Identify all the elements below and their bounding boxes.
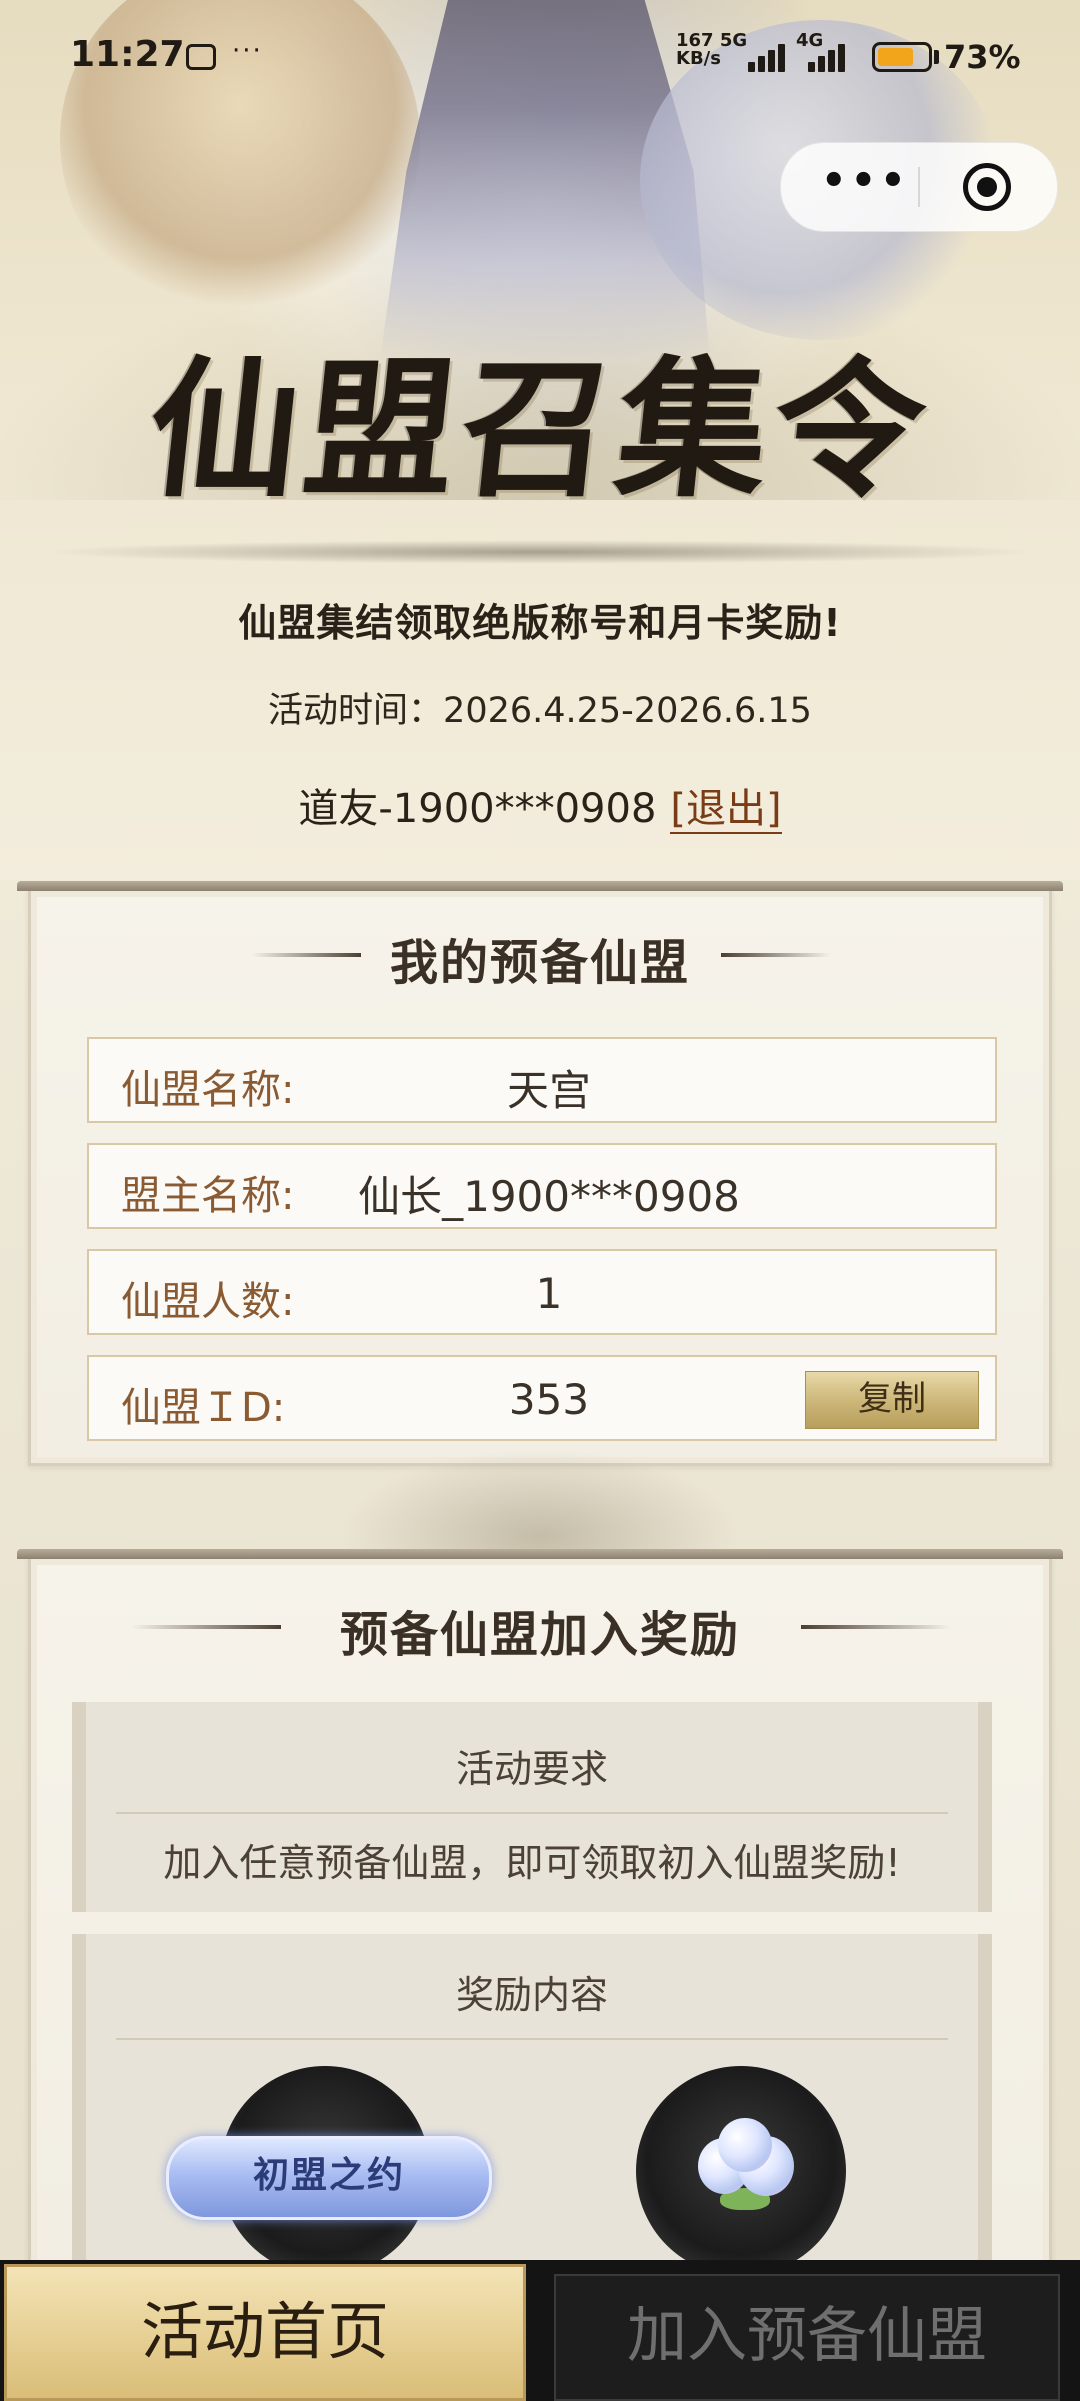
more-notifications-icon: ··· bbox=[232, 36, 263, 66]
member-count-row: 仙盟人数: 1 bbox=[87, 1249, 997, 1335]
status-bar: 11:27 ··· 167 5G KB/s 4G 73% bbox=[0, 0, 1080, 120]
requirement-box: 活动要求 加入任意预备仙盟，即可领取初入仙盟奖励! bbox=[72, 1702, 992, 1912]
leader-name-label: 盟主名称: bbox=[121, 1173, 295, 1219]
member-count-label: 仙盟人数: bbox=[121, 1279, 295, 1325]
user-name: 道友-1900***0908 bbox=[298, 786, 657, 832]
capsule-divider bbox=[918, 167, 920, 207]
app-notification-icon bbox=[186, 44, 216, 70]
join-reward-title: 预备仙盟加入奖励 bbox=[339, 1607, 740, 1663]
requirement-text: 加入任意预备仙盟，即可领取初入仙盟奖励! bbox=[163, 1841, 901, 1885]
requirement-divider bbox=[116, 1812, 948, 1814]
alliance-id-label: 仙盟ＩD: bbox=[121, 1385, 286, 1431]
page-subtitle: 仙盟集结领取绝版称号和月卡奖励! bbox=[238, 601, 842, 645]
network-speed-unit: KB/s bbox=[676, 48, 721, 69]
immortal-peach-icon bbox=[690, 2116, 800, 2216]
battery-tip bbox=[934, 50, 939, 64]
signal-5g-icon bbox=[748, 40, 796, 72]
title-brush-stroke bbox=[40, 540, 1040, 564]
battery-icon bbox=[872, 42, 932, 72]
record-close-icon[interactable] bbox=[963, 163, 1011, 211]
network-speed: 167 5G KB/s bbox=[676, 32, 747, 68]
alliance-name-label: 仙盟名称: bbox=[121, 1067, 295, 1113]
reward-title-badge: 初盟之约 bbox=[166, 2136, 492, 2220]
status-time: 11:27 bbox=[70, 34, 185, 75]
page-title: 仙盟召集令 bbox=[140, 342, 940, 518]
reward-heading: 奖励内容 bbox=[455, 1973, 608, 2017]
battery-fill bbox=[878, 48, 913, 66]
my-alliance-panel: 我的预备仙盟 仙盟名称: 天宫 盟主名称: 仙长_1900***0908 仙盟人… bbox=[17, 881, 1063, 1466]
activity-time: 活动时间：2026.4.25-2026.6.15 bbox=[268, 691, 812, 731]
logout-link[interactable]: [退出] bbox=[670, 786, 782, 834]
alliance-name-row: 仙盟名称: 天宫 bbox=[87, 1037, 997, 1123]
alliance-name-value: 天宫 bbox=[506, 1066, 591, 1115]
battery-percent: 73% bbox=[944, 38, 1021, 76]
leader-name-row: 盟主名称: 仙长_1900***0908 bbox=[87, 1143, 997, 1229]
bottom-nav: 活动首页 加入预备仙盟 bbox=[0, 2260, 1080, 2401]
requirement-heading: 活动要求 bbox=[455, 1747, 608, 1791]
reward-divider bbox=[116, 2038, 948, 2040]
leader-name-value: 仙长_1900***0908 bbox=[358, 1172, 740, 1221]
member-count-value: 1 bbox=[535, 1269, 563, 1318]
alliance-id-row: 仙盟ＩD: 353 复制 bbox=[87, 1355, 997, 1441]
temple-silhouette bbox=[340, 1448, 740, 1558]
activity-home-tab[interactable]: 活动首页 bbox=[4, 2264, 526, 2401]
alliance-id-value: 353 bbox=[508, 1375, 590, 1424]
copy-id-button[interactable]: 复制 bbox=[805, 1371, 979, 1429]
my-alliance-title: 我的预备仙盟 bbox=[389, 935, 690, 991]
user-line: 道友-1900***0908 [退出] bbox=[0, 776, 1080, 834]
miniprogram-capsule: ••• bbox=[780, 142, 1058, 232]
join-alliance-tab[interactable]: 加入预备仙盟 bbox=[554, 2274, 1060, 2401]
signal-4g-icon bbox=[808, 40, 856, 72]
more-dots-icon[interactable]: ••• bbox=[821, 161, 910, 201]
